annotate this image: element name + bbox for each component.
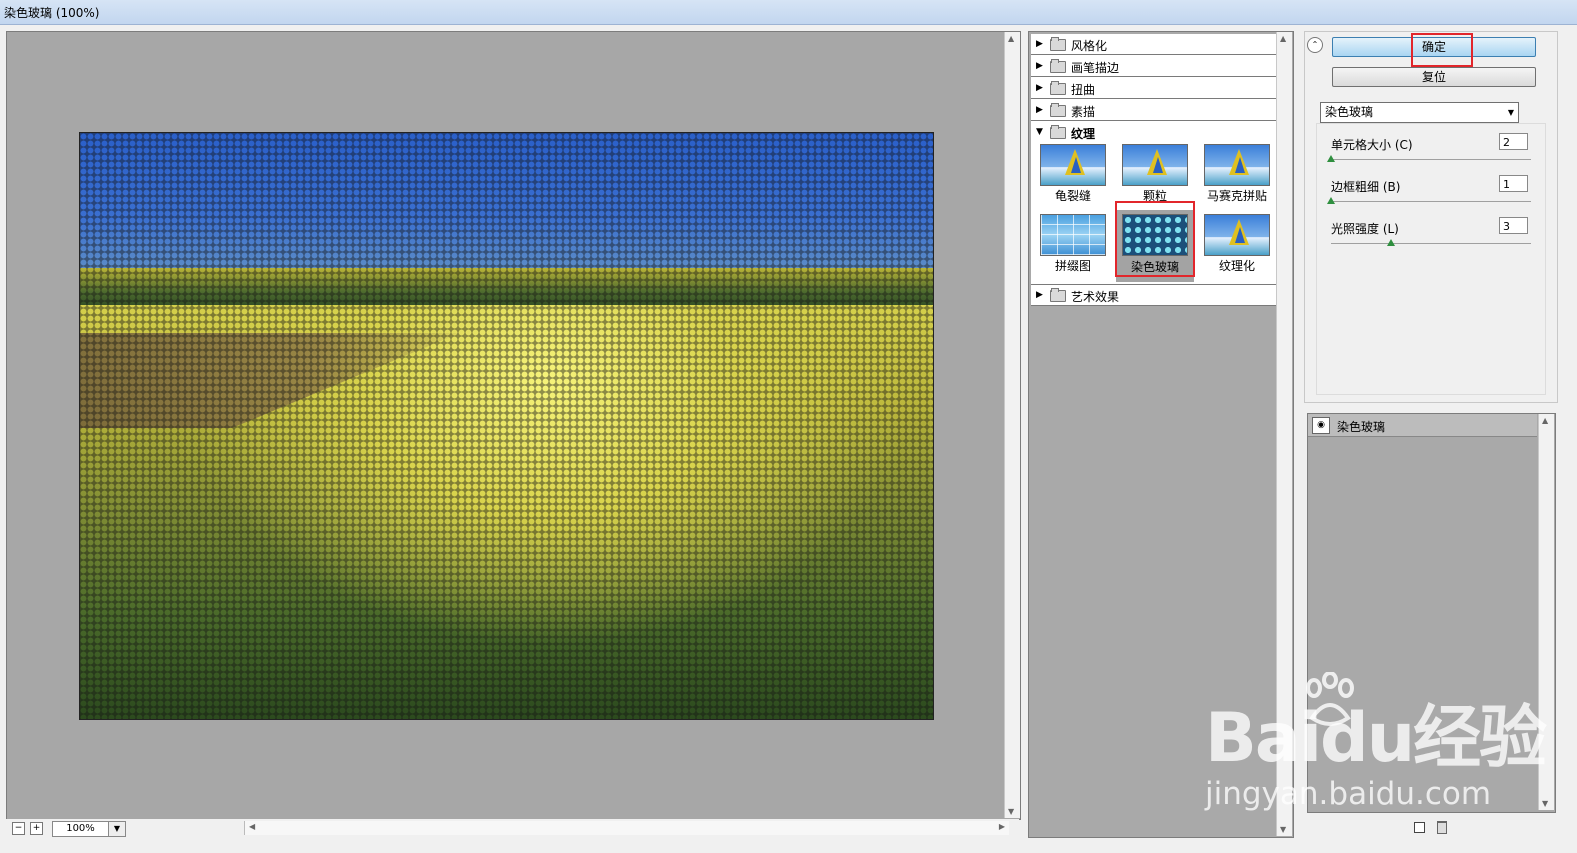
filter-thumbnail-image (1204, 214, 1270, 256)
folder-icon (1050, 59, 1066, 73)
category-artistic[interactable]: ▶ 艺术效果 (1031, 284, 1276, 306)
zoom-bar: − + 100% ▼ ◀ ▶ (6, 819, 1019, 837)
collapse-triangle-icon[interactable]: ▼ (1036, 127, 1043, 137)
param-light-intensity: 光照强度 (L) 3 (1331, 217, 1536, 257)
filter-select-value: 染色玻璃 (1325, 105, 1374, 119)
expand-triangle-icon[interactable]: ▶ (1036, 105, 1043, 115)
param-slider-track[interactable] (1331, 201, 1531, 202)
zoom-out-button[interactable]: − (12, 822, 25, 835)
zoom-level-field[interactable]: 100% (52, 821, 109, 837)
scroll-right-icon[interactable]: ▶ (999, 822, 1005, 831)
filter-thumbnail-image (1040, 144, 1106, 186)
highlight-box-ok (1411, 33, 1473, 67)
scroll-up-icon[interactable]: ▲ (1008, 34, 1014, 43)
category-texture[interactable]: ▼ 纹理 (1031, 122, 1276, 142)
preview-vertical-scrollbar[interactable]: ▲ ▼ (1004, 32, 1020, 818)
category-distort[interactable]: ▶ 扭曲 (1031, 78, 1276, 99)
category-stylize[interactable]: ▶ 风格化 (1031, 34, 1276, 55)
param-cell-size-input[interactable]: 2 (1499, 133, 1528, 150)
param-slider-track[interactable] (1331, 243, 1531, 244)
watermark-logo: Baidu经验 (1205, 699, 1547, 778)
expand-triangle-icon[interactable]: ▶ (1036, 83, 1043, 93)
slider-knob-icon[interactable] (1327, 155, 1335, 162)
expand-triangle-icon[interactable]: ▶ (1036, 61, 1043, 71)
preview-horizontal-scrollbar[interactable]: ◀ ▶ (244, 821, 1009, 835)
category-brush-strokes[interactable]: ▶ 画笔描边 (1031, 56, 1276, 77)
effect-layer-label: 染色玻璃 (1337, 420, 1386, 434)
scroll-down-icon[interactable]: ▼ (1008, 807, 1014, 816)
param-slider-track[interactable] (1331, 159, 1531, 160)
filter-thumb-craquelure[interactable]: 龟裂缝 (1038, 142, 1114, 206)
new-effect-layer-icon[interactable] (1414, 822, 1425, 833)
expand-triangle-icon[interactable]: ▶ (1036, 290, 1043, 300)
slider-knob-icon[interactable] (1387, 239, 1395, 246)
scroll-up-icon[interactable]: ▲ (1280, 34, 1286, 43)
category-sketch[interactable]: ▶ 素描 (1031, 100, 1276, 121)
filter-thumb-grain[interactable]: 颗粒 (1120, 142, 1196, 206)
zoom-dropdown-icon[interactable]: ▼ (108, 821, 126, 837)
filter-select-dropdown[interactable]: 染色玻璃 ▼ (1320, 102, 1519, 123)
scroll-up-icon[interactable]: ▲ (1542, 416, 1548, 425)
eye-icon[interactable]: ◉ (1312, 417, 1330, 434)
filter-thumbnail-image (1204, 144, 1270, 186)
filter-thumbnail-image (1040, 214, 1106, 256)
folder-icon (1050, 288, 1066, 302)
filter-thumbnail-image (1122, 144, 1188, 186)
window-title-bar: 染色玻璃 (100%) (0, 0, 1577, 25)
filter-thumb-patchwork[interactable]: 拼缀图 (1038, 212, 1114, 276)
filter-thumb-mosaic-tiles[interactable]: 马赛克拼贴 (1202, 142, 1278, 206)
folder-icon (1050, 37, 1066, 51)
expand-triangle-icon[interactable]: ▶ (1036, 39, 1043, 49)
reset-button[interactable]: 复位 (1332, 67, 1536, 87)
param-label: 光照强度 (L) (1331, 222, 1399, 236)
slider-knob-icon[interactable] (1327, 197, 1335, 204)
highlight-box-stained-glass (1115, 201, 1195, 277)
param-light-intensity-input[interactable]: 3 (1499, 217, 1528, 234)
watermark-url: jingyan.baidu.com (1205, 776, 1492, 812)
chevron-down-icon: ▼ (1507, 108, 1514, 117)
filter-thumb-texturizer[interactable]: 纹理化 (1202, 212, 1278, 276)
scroll-left-icon[interactable]: ◀ (249, 822, 255, 831)
folder-icon (1050, 103, 1066, 117)
scroll-down-icon[interactable]: ▼ (1542, 799, 1548, 808)
window-title: 染色玻璃 (100%) (4, 6, 100, 20)
param-cell-size: 单元格大小 (C) 2 (1327, 133, 1536, 173)
scroll-down-icon[interactable]: ▼ (1280, 825, 1286, 834)
trash-icon[interactable] (1437, 821, 1447, 834)
param-border-thickness-input[interactable]: 1 (1499, 175, 1528, 192)
param-label: 单元格大小 (C) (1331, 138, 1413, 152)
zoom-in-button[interactable]: + (30, 822, 43, 835)
preview-image (79, 132, 934, 720)
param-label: 边框粗细 (B) (1331, 180, 1401, 194)
collapse-gallery-icon[interactable]: ⌃ (1307, 37, 1323, 53)
folder-icon (1050, 81, 1066, 95)
param-border-thickness: 边框粗细 (B) 1 (1327, 175, 1536, 215)
folder-icon (1050, 125, 1066, 139)
